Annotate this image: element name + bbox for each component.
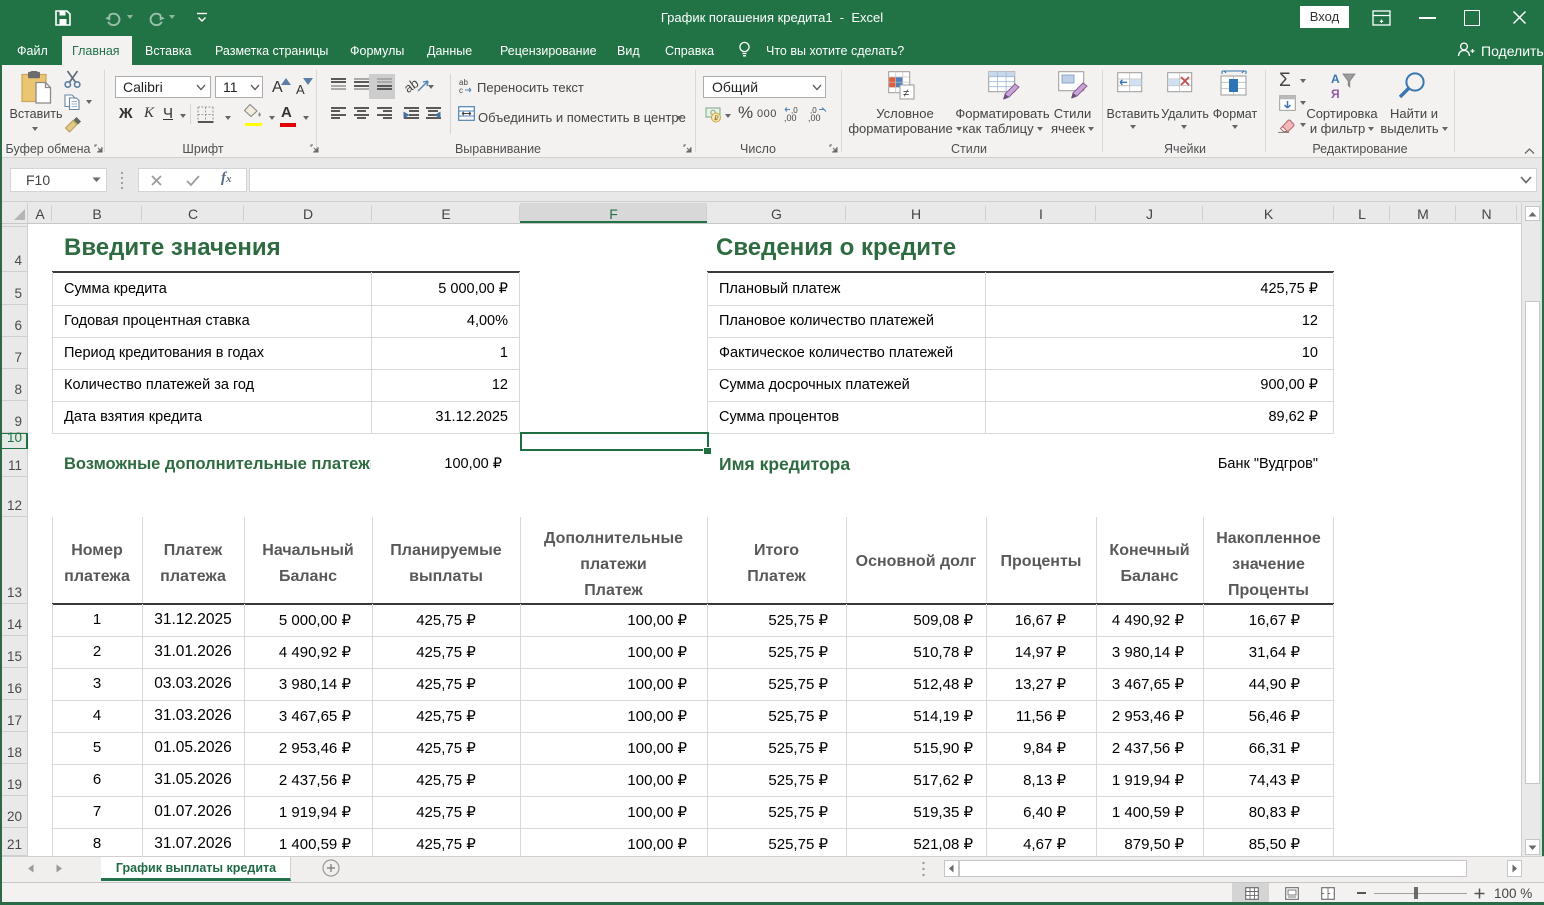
svg-text:А: А [1331, 72, 1340, 86]
svg-text:c: c [459, 86, 463, 94]
svg-text:,0: ,0 [791, 106, 798, 115]
svg-text:,0: ,0 [810, 106, 817, 115]
svg-text:≠: ≠ [903, 88, 909, 100]
svg-text:₽: ₽ [714, 114, 719, 122]
svg-text:Я: Я [1331, 87, 1340, 101]
